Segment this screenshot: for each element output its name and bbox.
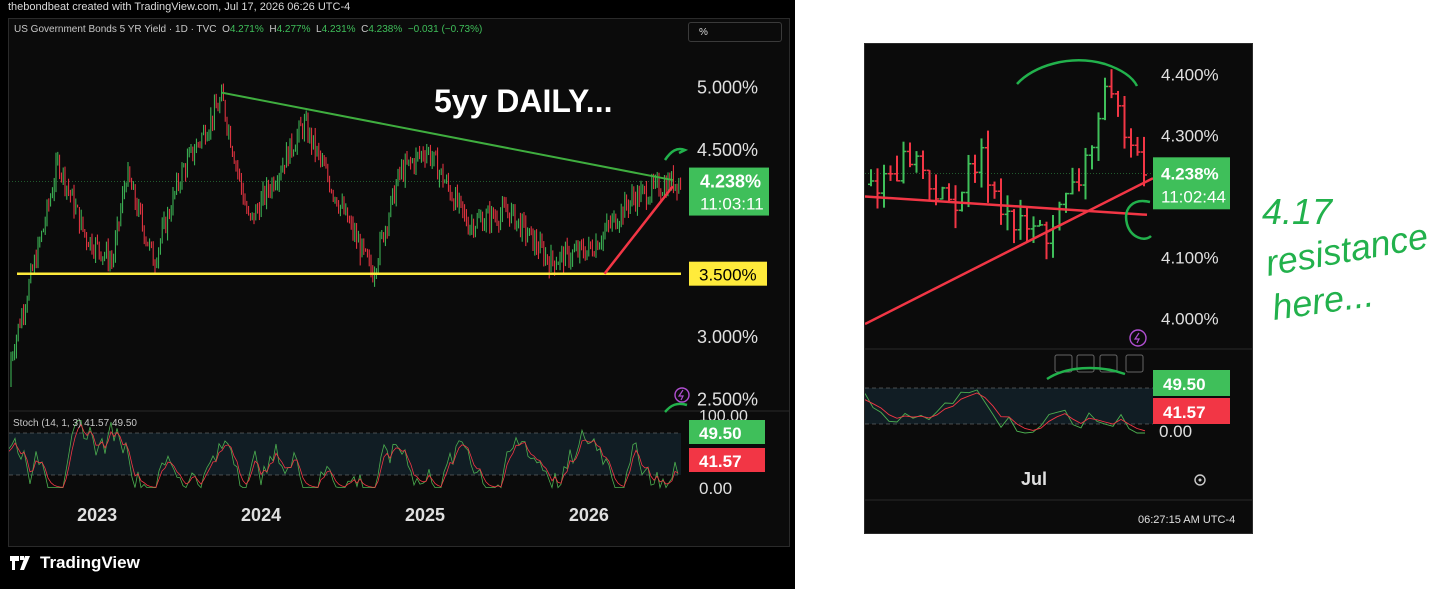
tradingview-brand: TradingView	[10, 553, 140, 573]
y-tick-label: 4.400%	[1161, 66, 1219, 85]
x-tick-label: 2026	[569, 505, 609, 525]
symbol-header: US Government Bonds 5 YR Yield · 1D · TV…	[14, 24, 482, 35]
countdown-label: 11:02:44	[1161, 187, 1226, 206]
stoch-y-tick: 0.00	[699, 479, 732, 498]
uptrend-line	[603, 185, 674, 275]
stoch-band	[865, 388, 1153, 424]
low-value: 4.231%	[321, 24, 356, 35]
scale-percent-button[interactable]: %	[688, 22, 782, 42]
y-tick-label: 4.000%	[1161, 310, 1219, 329]
y-tick-label: 3.000%	[697, 327, 758, 347]
stoch-label: Stoch (14, 1, 3) 41.57 49.50	[13, 418, 137, 429]
zoom-chart-panel: 4.400% 4.300% 4.100% 4.000% 4.238% 11:02:44 49…	[864, 43, 1253, 534]
stoch-y-tick: 0.00	[1159, 422, 1192, 441]
hand-arc-stoch	[1046, 366, 1126, 381]
lightning-icon	[1129, 329, 1147, 347]
y-tick-label: 2.500%	[697, 390, 758, 410]
open-value: 4.271%	[229, 24, 264, 35]
y-tick-label: 5.000%	[697, 77, 758, 97]
support-price-label: 3.500%	[699, 266, 757, 285]
countdown-label: 11:03:11	[700, 195, 764, 214]
change-value: −0.031 (−0.73%)	[407, 24, 483, 35]
resistance-line-417	[864, 195, 1148, 217]
y-tick-label: 4.300%	[1161, 127, 1219, 146]
handwritten-note-line: here...	[1269, 273, 1376, 328]
brand-name: TradingView	[40, 553, 140, 572]
chart-title: 5yy DAILY...	[434, 83, 612, 119]
handwritten-note-line: 4.17	[1262, 191, 1334, 232]
main-chart-frame: 5yy DAILY... 5.000% 4.500% 3.000% 2.500% 4.23…	[8, 18, 790, 547]
zoom-chart-svg[interactable]: 4.400% 4.300% 4.100% 4.000% 4.238% 11:02:44 49…	[864, 44, 1252, 533]
last-price-label: 4.238%	[700, 172, 761, 192]
left-chart-panel: thebondbeat created with TradingView.com…	[0, 0, 795, 589]
lightning-icon	[674, 387, 690, 403]
x-tick-label: 2023	[77, 505, 117, 525]
main-chart-svg[interactable]: 5yy DAILY... 5.000% 4.500% 3.000% 2.500% 4.23…	[8, 19, 789, 546]
settings-gear-icon-center	[1198, 478, 1202, 482]
y-tick-label: 4.100%	[1161, 249, 1219, 268]
x-tick-label: 2024	[241, 505, 281, 525]
y-tick-label: 4.500%	[697, 140, 758, 160]
stoch-k-value: 41.57	[1163, 403, 1206, 422]
stoch-k-value: 41.57	[699, 452, 742, 471]
clock-label: 06:27:15 AM UTC-4	[1138, 514, 1235, 526]
hand-circle-417	[1124, 199, 1152, 240]
high-value: 4.277%	[276, 24, 311, 35]
x-tick-label: 2025	[405, 505, 445, 525]
tradingview-logo-icon	[10, 556, 30, 570]
lightning-icon-bolt	[677, 389, 684, 401]
stoch-d-value: 49.50	[1163, 375, 1206, 394]
stoch-d-value: 49.50	[699, 424, 742, 443]
open-label: O	[222, 24, 230, 35]
hand-arc-top	[1016, 59, 1139, 87]
high-label: H	[269, 24, 277, 35]
close-value: 4.238%	[368, 24, 403, 35]
x-tick-label: Jul	[1021, 469, 1047, 489]
symbol-name: US Government Bonds 5 YR Yield · 1D · TV…	[14, 24, 217, 35]
last-price-label: 4.238%	[1161, 164, 1219, 183]
lightning-icon-bolt	[1133, 332, 1140, 344]
hand-arrow-top	[663, 147, 689, 161]
pane-control-button	[1125, 354, 1144, 373]
handwritten-note-svg: 4.17resistancehere...	[1262, 191, 1431, 328]
chart-credit: thebondbeat created with TradingView.com…	[8, 1, 351, 13]
